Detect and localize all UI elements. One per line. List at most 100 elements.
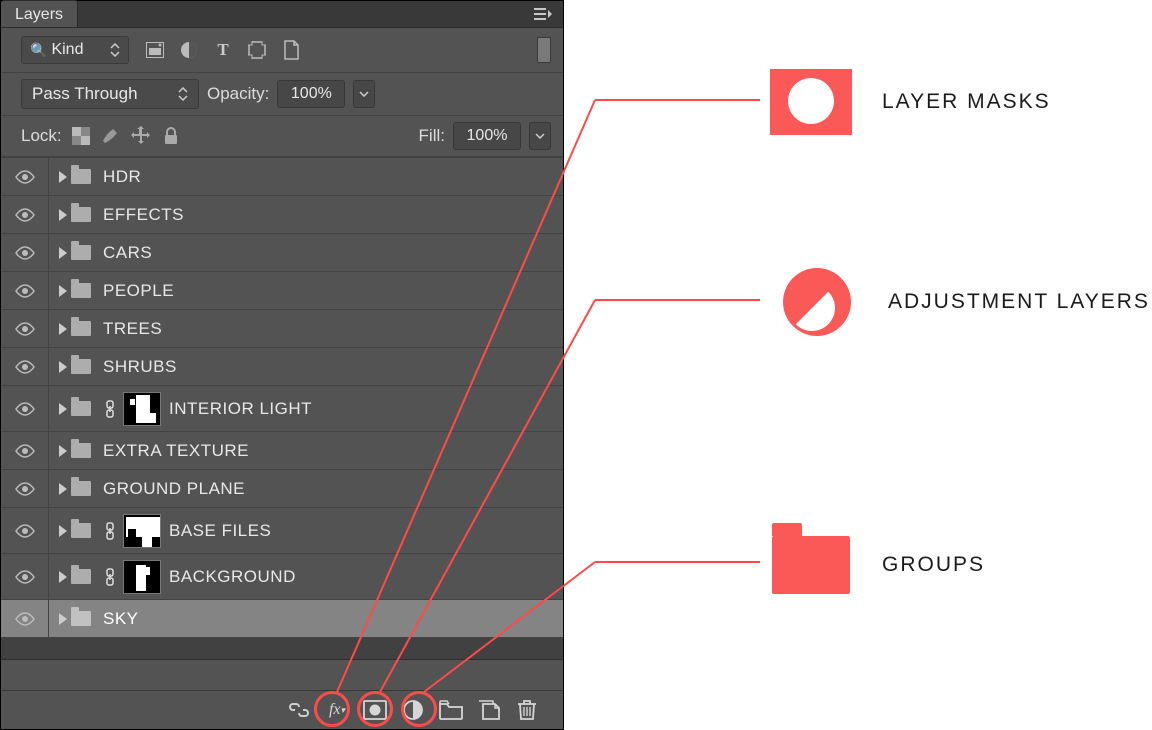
visibility-toggle[interactable] [1, 310, 49, 347]
layer-name-label[interactable]: GROUND PLANE [103, 479, 245, 499]
filter-kind-dropdown[interactable]: 🔍 Kind [21, 36, 129, 64]
disclosure-triangle-icon[interactable] [59, 285, 67, 297]
filter-shape-icon[interactable] [247, 40, 267, 60]
link-icon[interactable] [103, 521, 117, 541]
folder-icon [71, 245, 91, 260]
new-adjustment-button[interactable] [397, 694, 429, 726]
layer-name-label[interactable]: PEOPLE [103, 281, 174, 301]
fill-input[interactable]: 100% [453, 122, 521, 150]
delete-layer-button[interactable] [511, 694, 543, 726]
disclosure-triangle-icon[interactable] [59, 483, 67, 495]
filter-smartobject-icon[interactable] [281, 40, 301, 60]
layer-name-label[interactable]: INTERIOR LIGHT [169, 399, 312, 419]
lock-pixels-icon[interactable] [100, 125, 122, 147]
filter-toggle-switch[interactable] [537, 37, 551, 63]
disclosure-triangle-icon[interactable] [59, 247, 67, 259]
folder-icon [71, 321, 91, 336]
layer-row[interactable]: TREES [1, 310, 563, 348]
filter-pixel-icon[interactable] [145, 40, 165, 60]
fx-button[interactable]: fx▾ [321, 694, 353, 726]
layer-name-label[interactable]: TREES [103, 319, 162, 339]
layer-name-label[interactable]: EFFECTS [103, 205, 184, 225]
layer-name-label[interactable]: SHRUBS [103, 357, 177, 377]
layers-panel: Layers 🔍 Kind T Pass Through [0, 0, 564, 730]
link-layers-button[interactable] [283, 694, 315, 726]
layer-mask-thumbnail[interactable] [123, 514, 161, 548]
layer-row[interactable]: CARS [1, 234, 563, 272]
layer-name-label[interactable]: EXTRA TEXTURE [103, 441, 249, 461]
bottom-action-bar: fx▾ [1, 690, 563, 729]
visibility-toggle[interactable] [1, 158, 49, 195]
link-icon[interactable] [103, 399, 117, 419]
layer-row[interactable]: BASE FILES [1, 508, 563, 554]
layer-mask-thumbnail[interactable] [123, 392, 161, 426]
layer-row[interactable]: EFFECTS [1, 196, 563, 234]
visibility-toggle[interactable] [1, 508, 49, 553]
visibility-toggle[interactable] [1, 272, 49, 309]
disclosure-triangle-icon[interactable] [59, 403, 67, 415]
folder-icon [71, 569, 91, 584]
visibility-toggle[interactable] [1, 386, 49, 431]
annotation-groups: GROUPS [770, 529, 985, 601]
layer-row[interactable]: GROUND PLANE [1, 470, 563, 508]
layer-row[interactable]: BACKGROUND [1, 554, 563, 600]
lock-fill-row: Lock: Fill: 100% [1, 116, 563, 157]
new-layer-button[interactable] [473, 694, 505, 726]
flyout-menu-icon [534, 8, 552, 20]
disclosure-triangle-icon[interactable] [59, 571, 67, 583]
visibility-toggle[interactable] [1, 196, 49, 233]
disclosure-triangle-icon[interactable] [59, 613, 67, 625]
filter-adjustment-icon[interactable] [179, 40, 199, 60]
blend-mode-dropdown[interactable]: Pass Through [21, 79, 199, 109]
disclosure-triangle-icon[interactable] [59, 445, 67, 457]
disclosure-triangle-icon[interactable] [59, 323, 67, 335]
layer-row[interactable]: HDR [1, 158, 563, 196]
visibility-toggle[interactable] [1, 470, 49, 507]
layer-name-label[interactable]: HDR [103, 167, 141, 187]
layer-name-label[interactable]: BACKGROUND [169, 567, 296, 587]
folder-icon [71, 207, 91, 222]
fill-label: Fill: [419, 126, 445, 146]
disclosure-triangle-icon[interactable] [59, 525, 67, 537]
tab-layers[interactable]: Layers [1, 0, 78, 27]
layer-name-label[interactable]: BASE FILES [169, 521, 271, 541]
visibility-toggle[interactable] [1, 348, 49, 385]
opacity-input[interactable]: 100% [277, 80, 345, 108]
layer-mask-thumbnail[interactable] [123, 560, 161, 594]
visibility-toggle[interactable] [1, 234, 49, 271]
layer-name-label[interactable]: SKY [103, 609, 139, 629]
fill-dropdown-arrow[interactable] [529, 122, 551, 150]
add-mask-button[interactable] [359, 694, 391, 726]
disclosure-triangle-icon[interactable] [59, 361, 67, 373]
lock-all-icon[interactable] [160, 125, 182, 147]
annotation-label: ADJUSTMENT LAYERS [888, 290, 1150, 314]
filter-type-icon[interactable]: T [213, 40, 233, 60]
disclosure-triangle-icon[interactable] [59, 209, 67, 221]
layer-row[interactable]: PEOPLE [1, 272, 563, 310]
chevron-updown-icon [178, 87, 188, 101]
filter-row: 🔍 Kind T [1, 28, 563, 73]
lock-label: Lock: [21, 126, 62, 146]
link-icon[interactable] [103, 567, 117, 587]
annotation-adjustment-layers: ADJUSTMENT LAYERS [776, 266, 1150, 338]
layer-name-label[interactable]: CARS [103, 243, 152, 263]
visibility-toggle[interactable] [1, 554, 49, 599]
folder-icon [71, 401, 91, 416]
new-group-button[interactable] [435, 694, 467, 726]
layer-row[interactable]: EXTRA TEXTURE [1, 432, 563, 470]
group-folder-icon [770, 529, 852, 601]
layer-list: HDR EFFECTS CARS PEOPLE TREES SHRUBS INTERIOR … [1, 157, 563, 638]
annotation-label: LAYER MASKS [882, 90, 1051, 114]
visibility-toggle[interactable] [1, 432, 49, 469]
disclosure-triangle-icon[interactable] [59, 171, 67, 183]
panel-tab-bar: Layers [1, 1, 563, 28]
visibility-toggle[interactable] [1, 600, 49, 637]
layer-mask-icon [770, 66, 852, 138]
lock-transparency-icon[interactable] [70, 125, 92, 147]
layer-row[interactable]: INTERIOR LIGHT [1, 386, 563, 432]
layer-row[interactable]: SHRUBS [1, 348, 563, 386]
layer-row[interactable]: SKY [1, 600, 563, 638]
panel-menu-flyout[interactable] [523, 1, 563, 27]
opacity-dropdown-arrow[interactable] [353, 80, 375, 108]
lock-position-icon[interactable] [130, 125, 152, 147]
